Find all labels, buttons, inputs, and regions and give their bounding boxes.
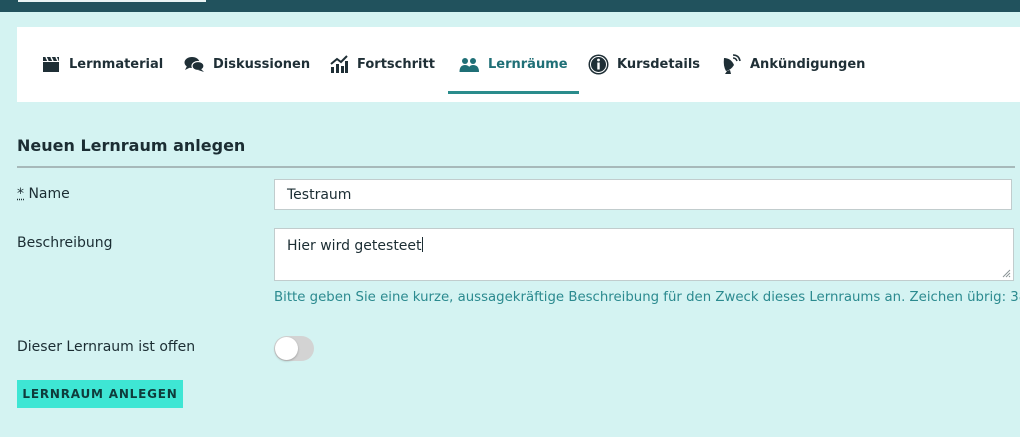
resize-grip-icon[interactable] xyxy=(1001,268,1011,278)
satellite-dish-icon xyxy=(722,54,742,75)
create-room-button[interactable]: LERNRAUM ANLEGEN xyxy=(17,380,183,408)
tab-label: Lernräume xyxy=(488,57,568,72)
info-icon xyxy=(588,54,609,75)
open-label: Dieser Lernraum ist offen xyxy=(17,339,195,355)
name-label: * Name xyxy=(17,186,70,202)
tab-label: Kursdetails xyxy=(617,57,700,72)
divider xyxy=(17,166,1015,168)
tab-kursdetails[interactable]: Kursdetails xyxy=(588,27,700,102)
required-marker: * xyxy=(17,186,24,202)
text-caret xyxy=(422,237,423,252)
tab-fortschritt[interactable]: Fortschritt xyxy=(329,27,435,102)
name-input[interactable]: Testraum xyxy=(274,179,1012,210)
description-textarea[interactable]: Hier wird getesteet xyxy=(274,228,1014,281)
users-icon xyxy=(459,57,480,73)
form-title: Neuen Lernraum anlegen xyxy=(17,136,245,155)
clapperboard-icon xyxy=(42,56,61,73)
chat-bubbles-icon xyxy=(184,56,205,73)
description-textarea-value: Hier wird getesteet xyxy=(287,238,422,254)
open-toggle[interactable] xyxy=(274,336,314,361)
description-hint: Bitte geben Sie eine kurze, aussagekräft… xyxy=(274,290,1020,305)
tab-label: Lernmaterial xyxy=(69,57,163,72)
description-label: Beschreibung xyxy=(17,235,113,251)
tab-lernraeume[interactable]: Lernräume xyxy=(459,27,568,102)
tab-label: Fortschritt xyxy=(357,57,435,72)
header-underline xyxy=(18,0,206,2)
chart-icon xyxy=(329,55,349,74)
name-input-value: Testraum xyxy=(287,187,351,203)
top-header-bar xyxy=(0,0,1020,12)
course-navigation: Lernmaterial Diskussionen Fortschritt Le… xyxy=(17,27,1020,102)
tab-label: Diskussionen xyxy=(213,57,310,72)
tab-label: Ankündigungen xyxy=(750,57,865,72)
tab-diskussionen[interactable]: Diskussionen xyxy=(184,27,310,102)
tab-lernmaterial[interactable]: Lernmaterial xyxy=(42,27,163,102)
toggle-knob xyxy=(275,337,298,360)
name-label-text: Name xyxy=(28,186,69,202)
tab-ankuendigungen[interactable]: Ankündigungen xyxy=(722,27,865,102)
